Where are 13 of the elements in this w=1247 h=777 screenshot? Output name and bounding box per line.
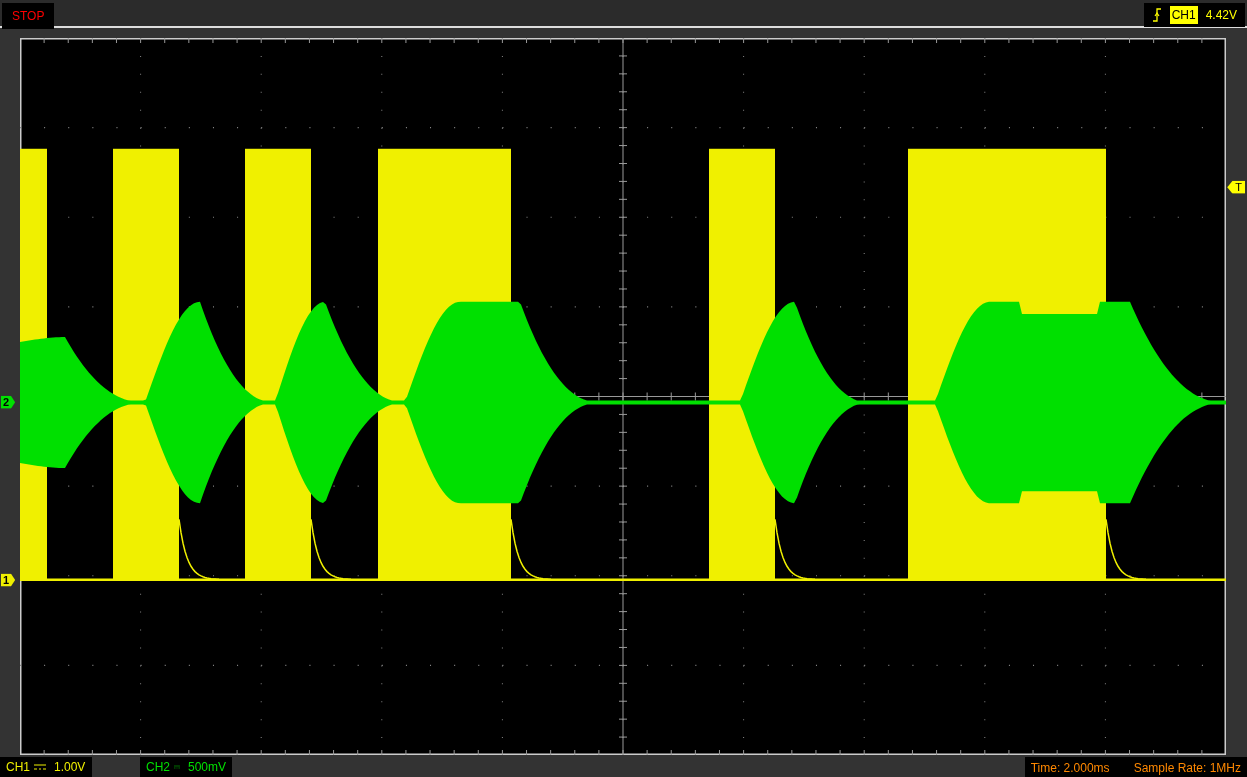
trigger-marker: T <box>1227 180 1245 194</box>
channel-scale: 500mV <box>187 759 226 776</box>
rising-edge-icon <box>1151 8 1162 22</box>
trigger-level: 4.42V <box>1205 7 1237 24</box>
channel-name: CH2 <box>146 759 170 776</box>
sample-rate-label: Sample Rate: 1MHz <box>1133 760 1241 775</box>
channel-scale: 1.00V <box>54 759 86 776</box>
channel-name: CH1 <box>6 759 30 776</box>
trigger-channel: CH1 <box>1169 6 1198 24</box>
channel-marker: 2 <box>1 395 16 409</box>
channel-marker: 1 <box>1 573 16 587</box>
run-state-indicator: STOP <box>2 3 55 29</box>
timebase-label: Time: 2.000ms <box>1030 760 1110 775</box>
